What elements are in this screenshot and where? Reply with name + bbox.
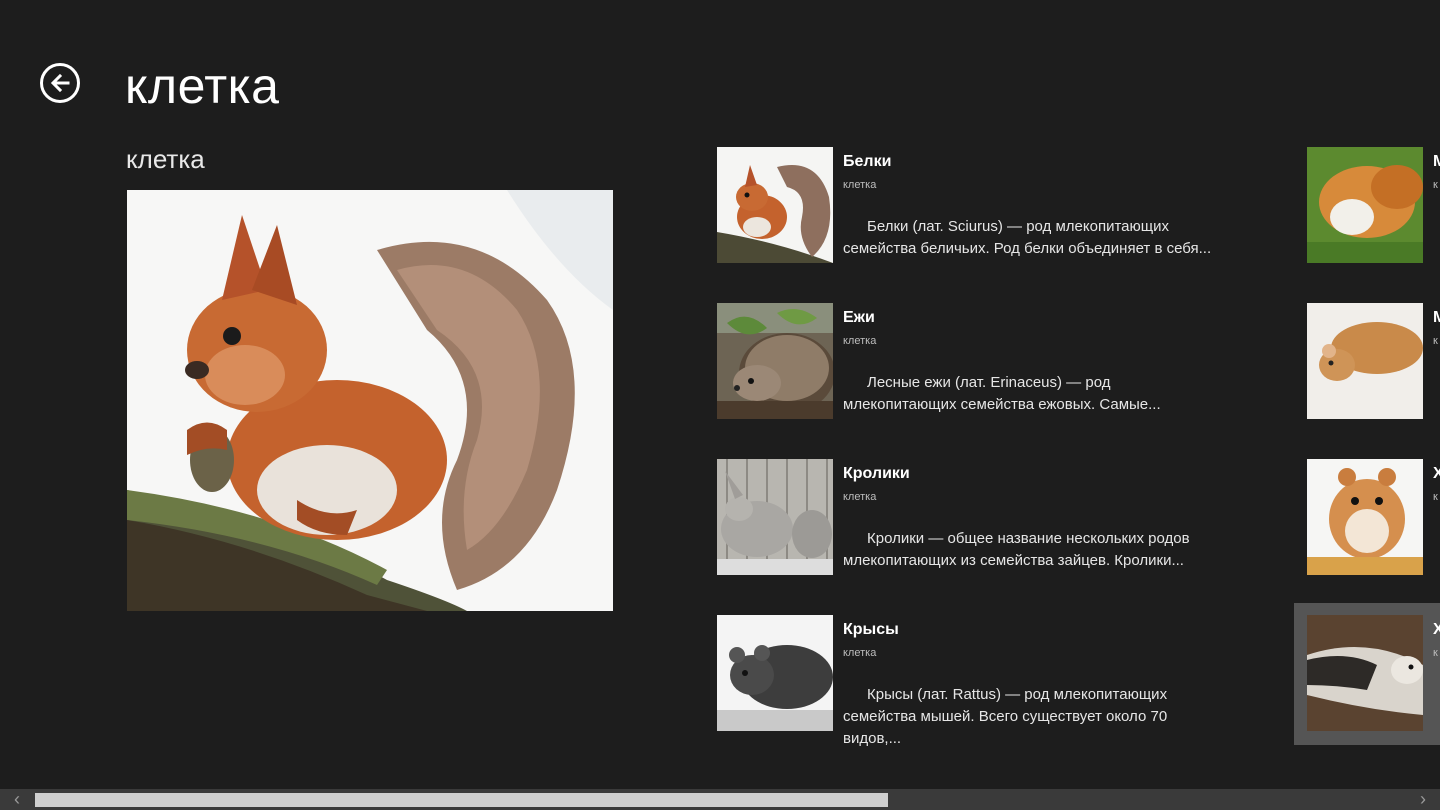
- item-title: Белки: [843, 153, 892, 170]
- item-subtitle: к: [1433, 335, 1438, 347]
- item-title: Х: [1433, 465, 1440, 482]
- item-title: Ежи: [843, 309, 875, 326]
- chevron-right-icon: ›: [1420, 789, 1426, 809]
- scroll-left-button[interactable]: ‹: [0, 789, 34, 810]
- mouse-thumb-image: [1307, 303, 1423, 419]
- list-item[interactable]: М к с: [1307, 303, 1440, 419]
- item-description: м: [1433, 216, 1440, 238]
- horizontal-scrollbar[interactable]: ‹ ›: [0, 789, 1440, 810]
- item-description: с: [1433, 372, 1440, 394]
- item-title: М: [1433, 309, 1440, 326]
- item-subtitle: к: [1433, 179, 1438, 191]
- hamster-thumb-image: [1307, 459, 1423, 575]
- list-item[interactable]: Ежи клетка Лесные ежи (лат. Erinaceus) —…: [717, 303, 1237, 419]
- back-arrow-icon: [50, 73, 70, 93]
- list-item[interactable]: Кролики клетка Кролики — общее название …: [717, 459, 1237, 575]
- item-description: Кролики — общее название нескольких родо…: [843, 530, 1190, 569]
- item-subtitle: клетка: [843, 647, 877, 659]
- group-title: клетка: [126, 144, 205, 174]
- item-title: М: [1433, 153, 1440, 170]
- item-description: г: [1433, 528, 1440, 550]
- hedgehog-thumb-image: [717, 303, 833, 419]
- rat-thumb-image: [717, 615, 833, 731]
- list-item[interactable]: М к м: [1307, 147, 1440, 263]
- item-title: Кролики: [843, 465, 910, 482]
- list-item[interactable]: Белки клетка Белки (лат. Sciurus) — род …: [717, 147, 1237, 263]
- scroll-right-button[interactable]: ›: [1406, 789, 1440, 810]
- item-title: Х: [1433, 621, 1440, 638]
- list-item[interactable]: Х к г: [1307, 459, 1440, 575]
- item-title: Крысы: [843, 621, 899, 638]
- item-description: Лесные ежи (лат. Erinaceus) — род млекоп…: [843, 374, 1161, 413]
- item-subtitle: к: [1433, 491, 1438, 503]
- chevron-left-icon: ‹: [14, 789, 20, 809]
- item-subtitle: клетка: [843, 335, 877, 347]
- item-description: Белки (лат. Sciurus) — род млекопитающих…: [843, 218, 1212, 257]
- list-item[interactable]: Крысы клетка Крысы (лат. Rattus) — род м…: [717, 615, 1237, 747]
- item-subtitle: клетка: [843, 491, 877, 503]
- list-item-selected[interactable]: Х к м: [1307, 615, 1440, 731]
- back-button[interactable]: [40, 63, 80, 103]
- scroll-thumb[interactable]: [35, 793, 888, 807]
- item-subtitle: клетка: [843, 179, 877, 191]
- rabbit-thumb-image: [717, 459, 833, 575]
- item-description: Крысы (лат. Rattus) — род млекопитающих …: [843, 686, 1168, 747]
- item-description: м: [1433, 684, 1440, 706]
- item-subtitle: к: [1433, 647, 1438, 659]
- hero-squirrel-image: [127, 190, 613, 611]
- squirrel-thumb-image: [717, 147, 833, 263]
- page-title: клетка: [125, 58, 280, 114]
- guinea-pig-thumb-image: [1307, 147, 1423, 263]
- ferret-thumb-image: [1307, 615, 1423, 731]
